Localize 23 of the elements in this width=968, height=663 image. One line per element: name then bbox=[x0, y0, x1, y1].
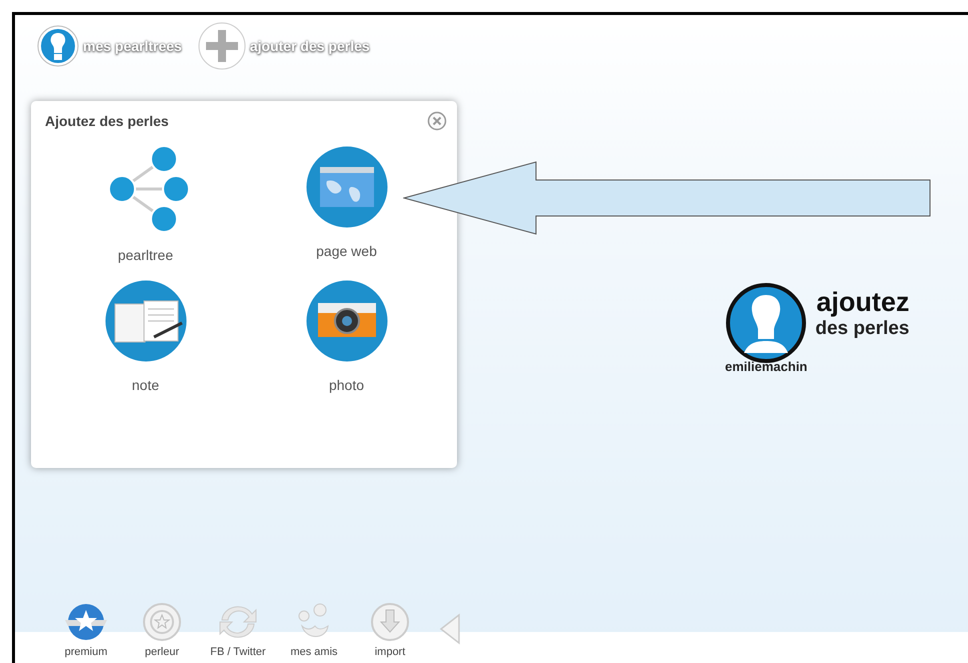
profile-subline: des perles bbox=[815, 318, 910, 340]
toolbar-button[interactable]: mes amis bbox=[283, 602, 345, 659]
nav-link[interactable]: ajouter des perles bbox=[198, 22, 370, 70]
toolbar-button[interactable]: import bbox=[359, 602, 421, 659]
star-badge-icon bbox=[65, 602, 107, 642]
username: emiliemachin bbox=[725, 359, 808, 374]
panel-title: Ajoutez des perles bbox=[45, 113, 169, 129]
close-icon bbox=[427, 111, 447, 131]
profile-headline: ajoutez bbox=[816, 287, 910, 318]
pearl-type-option[interactable]: note bbox=[45, 273, 246, 397]
toolbar-button[interactable]: premium bbox=[55, 602, 117, 659]
toolbar-button[interactable]: perleur bbox=[131, 602, 193, 659]
close-button[interactable] bbox=[427, 111, 447, 131]
collapse-arrow-icon[interactable] bbox=[439, 613, 461, 645]
nav-link[interactable]: mes pearltrees bbox=[37, 25, 182, 67]
toolbar-button[interactable]: FB / Twitter bbox=[207, 602, 269, 659]
plus-icon bbox=[198, 22, 246, 70]
download-icon bbox=[370, 602, 410, 642]
pearl-type-option[interactable]: photo bbox=[246, 273, 447, 397]
pearl-type-option[interactable]: pearltree bbox=[45, 139, 246, 267]
star-circle-icon bbox=[142, 602, 182, 642]
pearl-type-option[interactable]: page web bbox=[246, 139, 447, 267]
bulb-icon bbox=[37, 25, 79, 67]
